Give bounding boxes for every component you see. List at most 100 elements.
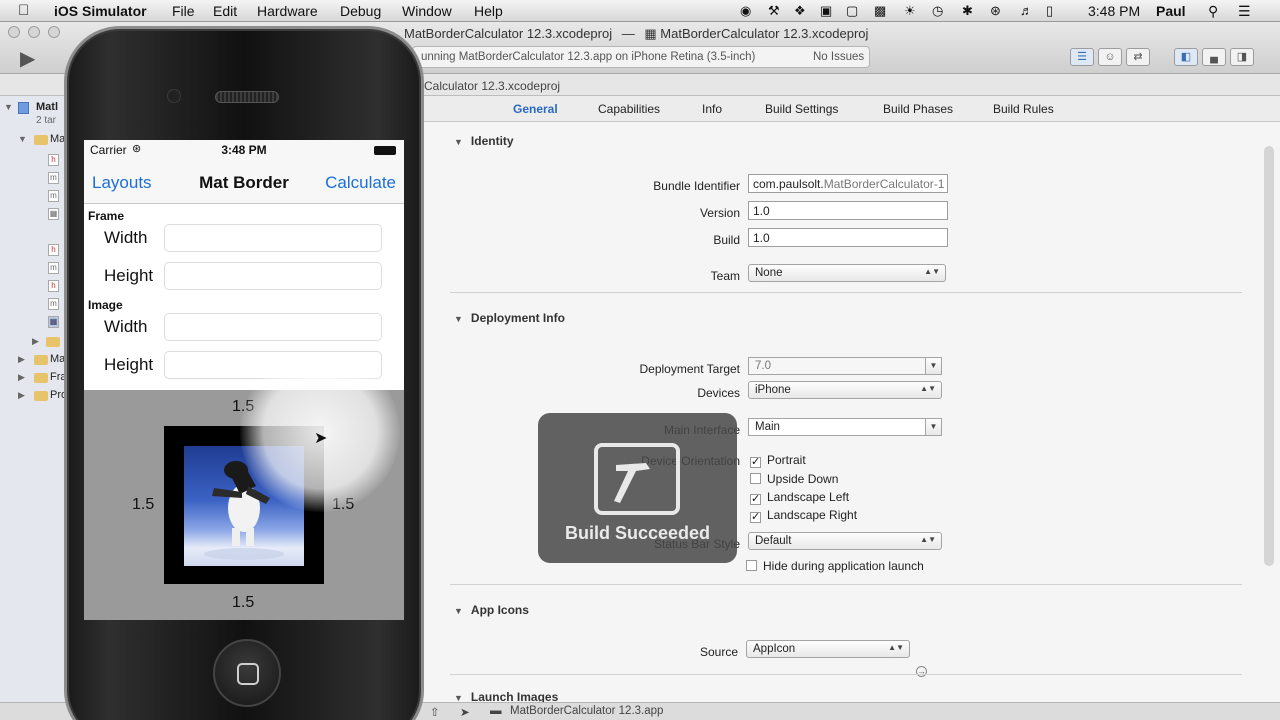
checkbox-empty-icon[interactable] bbox=[750, 473, 761, 484]
build-field[interactable]: 1.0 bbox=[748, 228, 948, 247]
tray-display-icon[interactable]: ▣ bbox=[820, 3, 832, 19]
menu-debug[interactable]: Debug bbox=[340, 3, 381, 19]
tab-capabilities[interactable]: Capabilities bbox=[598, 102, 660, 116]
menubar-user[interactable]: Paul bbox=[1156, 3, 1186, 19]
orientation-landscape-left-checkbox[interactable]: ✓ Landscape Left bbox=[750, 490, 849, 505]
assistant-editor-icon[interactable]: ☺ bbox=[1098, 48, 1122, 66]
share-icon[interactable]: ⇧ bbox=[430, 705, 440, 719]
location-icon[interactable]: ➤ bbox=[460, 705, 470, 719]
minimize-window-button[interactable] bbox=[28, 26, 40, 38]
project-file-icon: ▦ bbox=[644, 26, 657, 41]
checkbox-empty-icon[interactable] bbox=[746, 560, 757, 571]
tab-build-settings[interactable]: Build Settings bbox=[765, 102, 838, 116]
menubar-clock[interactable]: 3:48 PM bbox=[1088, 3, 1140, 19]
header-file-icon: h bbox=[48, 154, 59, 166]
navigator-toggle-icon[interactable]: ◧ bbox=[1174, 48, 1198, 66]
section-divider bbox=[450, 292, 1242, 293]
tray-app-icon[interactable]: ◉ bbox=[740, 3, 751, 19]
tab-build-phases[interactable]: Build Phases bbox=[883, 102, 953, 116]
status-bar-style-popup[interactable]: Default ▲▼ bbox=[748, 532, 942, 550]
menu-edit[interactable]: Edit bbox=[213, 3, 237, 19]
disclosure-right-icon[interactable]: ▶ bbox=[18, 354, 25, 365]
disclosure-down-icon[interactable]: ▼ bbox=[454, 314, 463, 324]
go-to-asset-icon[interactable]: → bbox=[916, 666, 927, 677]
spotlight-search-icon[interactable]: ⚲ bbox=[1208, 3, 1218, 20]
mat-right-value: 1.5 bbox=[332, 496, 355, 513]
disclosure-down-icon[interactable]: ▼ bbox=[4, 102, 13, 112]
devices-popup[interactable]: iPhone ▲▼ bbox=[748, 381, 942, 399]
orientation-upside-down-checkbox[interactable]: Upside Down bbox=[750, 472, 838, 486]
menu-window[interactable]: Window bbox=[402, 3, 452, 19]
checkmark-icon[interactable]: ✓ bbox=[750, 457, 761, 468]
standard-editor-icon[interactable]: ☰ bbox=[1070, 48, 1094, 66]
combo-arrow-icon[interactable]: ▼ bbox=[925, 358, 941, 374]
tray-tool-icon[interactable]: ⚒ bbox=[768, 3, 780, 19]
app-icons-section-header[interactable]: ▼ App Icons bbox=[454, 603, 529, 617]
earpiece-speaker bbox=[215, 91, 279, 103]
folder-icon bbox=[46, 337, 60, 347]
menu-file[interactable]: File bbox=[172, 3, 195, 19]
tray-bluetooth-icon[interactable]: ✱ bbox=[962, 3, 973, 19]
debug-area-toggle-icon[interactable]: ▄ bbox=[1202, 48, 1226, 66]
tab-general[interactable]: General bbox=[513, 102, 558, 116]
version-editor-icon[interactable]: ⇄ bbox=[1126, 48, 1150, 66]
menu-hardware[interactable]: Hardware bbox=[257, 3, 318, 19]
tab-info[interactable]: Info bbox=[702, 102, 722, 116]
identity-section-header[interactable]: ▼ Identity bbox=[454, 134, 514, 148]
home-button[interactable] bbox=[213, 639, 281, 707]
source-file-icon: m bbox=[48, 262, 59, 274]
disclosure-right-icon[interactable]: ▶ bbox=[18, 372, 25, 383]
checkmark-icon[interactable]: ✓ bbox=[750, 494, 761, 505]
team-popup[interactable]: None ▲▼ bbox=[748, 264, 946, 282]
disclosure-down-icon[interactable]: ▼ bbox=[454, 693, 463, 702]
menu-app-name[interactable]: iOS Simulator bbox=[54, 3, 147, 19]
tray-monitor-icon[interactable]: ▢ bbox=[846, 3, 858, 19]
disclosure-down-icon[interactable]: ▼ bbox=[454, 606, 463, 616]
tray-volume-icon[interactable]: ♬ bbox=[1020, 3, 1033, 18]
disclosure-down-icon[interactable]: ▼ bbox=[18, 134, 27, 144]
tray-brightness-icon[interactable]: ☀ bbox=[904, 3, 916, 19]
deployment-target-combo[interactable]: 7.0 ▼ bbox=[748, 357, 942, 375]
close-window-button[interactable] bbox=[8, 26, 20, 38]
image-width-input[interactable] bbox=[164, 313, 382, 341]
main-interface-combo[interactable]: Main ▼ bbox=[748, 418, 942, 436]
editor-scrollbar[interactable] bbox=[1264, 146, 1274, 566]
source-file-icon: m bbox=[48, 172, 59, 184]
deployment-info-section-header[interactable]: ▼ Deployment Info bbox=[454, 311, 565, 325]
frame-width-input[interactable] bbox=[164, 224, 382, 252]
frame-height-input[interactable] bbox=[164, 262, 382, 290]
disclosure-right-icon[interactable]: ▶ bbox=[18, 390, 25, 401]
image-height-input[interactable] bbox=[164, 351, 382, 379]
image-height-label: Height bbox=[104, 355, 154, 374]
notification-center-icon[interactable]: ☰ bbox=[1238, 3, 1251, 20]
activity-issues-text[interactable]: No Issues bbox=[813, 51, 864, 63]
tray-screen-icon[interactable]: ▩ bbox=[874, 3, 886, 19]
app-icon-source-popup[interactable]: AppIcon ▲▼ bbox=[746, 640, 910, 658]
launch-images-section-header[interactable]: ▼ Launch Images bbox=[454, 690, 558, 702]
bundle-identifier-field[interactable]: com.paulsolt.MatBorderCalculator-1 bbox=[748, 174, 948, 193]
utilities-toggle-icon[interactable]: ◨ bbox=[1230, 48, 1254, 66]
navigator-row-label: Ma bbox=[50, 133, 66, 145]
version-field[interactable]: 1.0 bbox=[748, 201, 948, 220]
tray-wifi-icon[interactable]: ⊛ bbox=[990, 3, 1001, 19]
combo-arrow-icon[interactable]: ▼ bbox=[925, 419, 941, 435]
disclosure-right-icon[interactable]: ▶ bbox=[32, 336, 39, 347]
editor-tab-bar: General Capabilities Info Build Settings… bbox=[424, 96, 1280, 122]
hide-status-bar-checkbox[interactable]: Hide during application launch bbox=[746, 559, 924, 573]
tray-time-machine-icon[interactable]: ◷ bbox=[932, 3, 943, 19]
zoom-window-button[interactable] bbox=[48, 26, 60, 38]
header-file-icon: h bbox=[48, 280, 59, 292]
run-icon[interactable]: ▶ bbox=[20, 46, 35, 71]
menu-help[interactable]: Help bbox=[474, 3, 503, 19]
team-label: Team bbox=[710, 269, 740, 283]
orientation-portrait-checkbox[interactable]: ✓ Portrait bbox=[750, 453, 806, 468]
tray-puzzle-icon[interactable]: ❖ bbox=[794, 3, 806, 19]
checkmark-icon[interactable]: ✓ bbox=[750, 512, 761, 523]
tab-build-rules[interactable]: Build Rules bbox=[993, 102, 1054, 116]
tray-battery-icon[interactable]: ▯ bbox=[1046, 3, 1053, 19]
jump-bar-crumb[interactable]: Calculator 12.3.xcodeproj bbox=[424, 79, 560, 93]
calculate-button[interactable]: Calculate bbox=[325, 173, 396, 193]
apple-icon[interactable]:  bbox=[18, 2, 29, 19]
orientation-landscape-right-checkbox[interactable]: ✓ Landscape Right bbox=[750, 508, 857, 523]
disclosure-down-icon[interactable]: ▼ bbox=[454, 137, 463, 147]
